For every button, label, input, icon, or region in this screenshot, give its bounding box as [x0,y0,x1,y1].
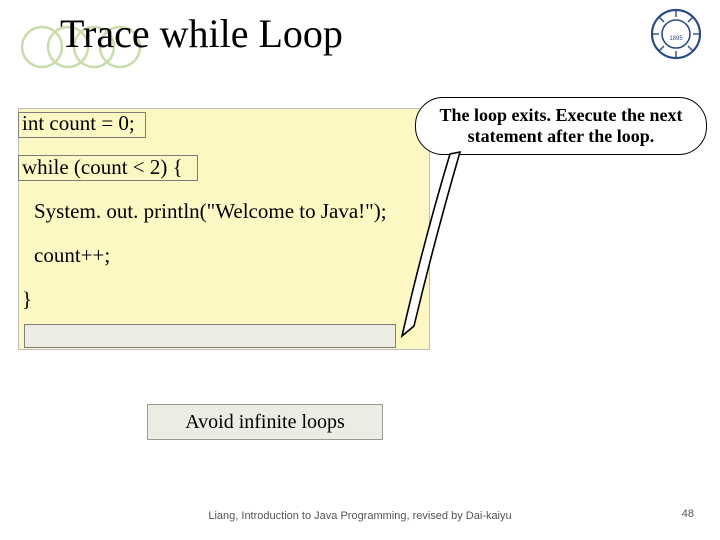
slide-title: Trace while Loop [60,10,343,57]
code-line-1: int count = 0; [22,111,135,136]
page-number: 48 [682,508,694,520]
code-line-3: System. out. println("Welcome to Java!")… [34,199,387,224]
code-line-5: } [22,287,32,312]
slide: Trace while Loop 1895 int count = 0; whi… [0,0,720,540]
tip-text: Avoid infinite loops [185,411,345,434]
code-line-2: while (count < 2) { [22,155,183,180]
code-block [18,108,430,350]
tip-box: Avoid infinite loops [147,404,383,440]
university-logo-icon: 1895 [650,8,702,60]
highlight-after-loop [24,324,396,348]
callout-bubble: The loop exits. Execute the next stateme… [415,97,707,155]
footer-citation: Liang, Introduction to Java Programming,… [0,510,720,522]
svg-text:1895: 1895 [669,36,683,42]
code-line-4: count++; [34,243,110,268]
callout-line-1: The loop exits. Execute the next [440,105,683,125]
callout-text: The loop exits. Execute the next stateme… [440,105,683,146]
callout-line-2: statement after the loop. [468,126,655,146]
